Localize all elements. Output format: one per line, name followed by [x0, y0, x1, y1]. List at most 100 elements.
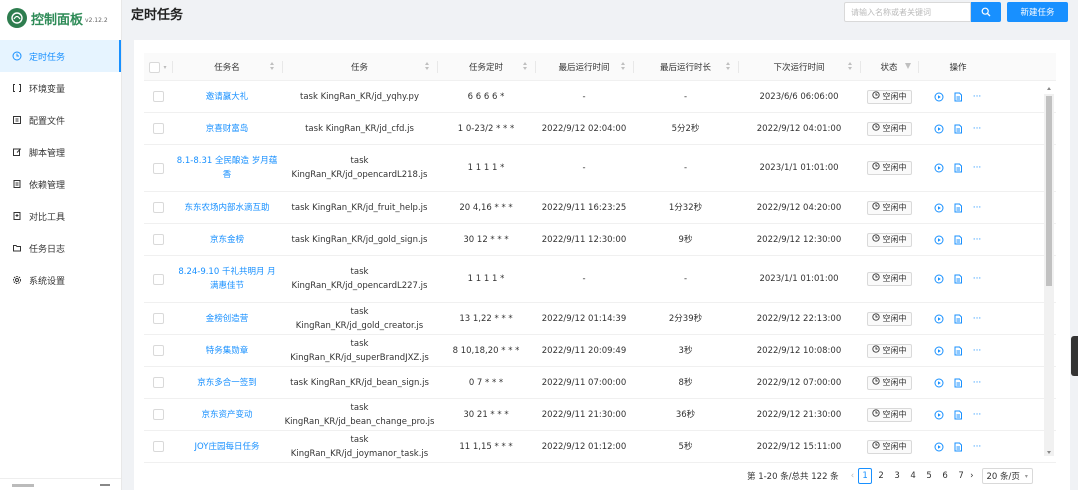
table-row[interactable]: 京东多合一签到 task KingRan_KR/jd_bean_sign.js 0 … [144, 367, 1056, 399]
page-size-select[interactable]: 20 条/页 ▾ [981, 468, 1033, 484]
sidebar-item-0[interactable]: 定时任务 [0, 40, 121, 72]
row-checkbox[interactable] [152, 345, 164, 356]
table-scrollbar[interactable] [1044, 87, 1054, 456]
page-7[interactable]: 7 [954, 468, 968, 484]
table-row[interactable]: 8.24-9.10 千礼共明月 月满惠佳节 task KingRan_KR/jd_… [144, 256, 1056, 303]
table-row[interactable]: JOY庄园每日任务 task KingRan_KR/jd_joymanor_tas… [144, 431, 1056, 463]
log-icon[interactable] [953, 203, 963, 213]
collapse-menu-icon[interactable] [100, 484, 110, 486]
more-icon[interactable]: ··· [972, 314, 982, 324]
row-checkbox[interactable] [152, 162, 164, 174]
table-row[interactable]: 特务集勋章 task KingRan_KR/jd_superBrandJXZ.js… [144, 335, 1056, 367]
sort-icon[interactable] [523, 62, 528, 72]
row-checkbox[interactable] [152, 234, 164, 245]
row-checkbox[interactable] [152, 123, 164, 134]
more-icon[interactable]: ··· [972, 92, 982, 102]
sort-icon[interactable] [621, 62, 626, 72]
task-name-link[interactable]: 金榜创造营 [206, 312, 249, 326]
log-icon[interactable] [953, 274, 963, 284]
sidebar-item-3[interactable]: 脚本管理 [0, 136, 121, 168]
run-icon[interactable] [934, 163, 944, 173]
table-row[interactable]: 金榜创造营 task KingRan_KR/jd_gold_creator.js 1… [144, 303, 1056, 335]
task-name-link[interactable]: JOY庄园每日任务 [195, 440, 260, 454]
chevron-down-icon[interactable]: ▾ [163, 64, 166, 71]
row-checkbox[interactable] [152, 313, 164, 324]
table-row[interactable]: 京东金榜 task KingRan_KR/jd_gold_sign.js 30 12… [144, 224, 1056, 256]
row-checkbox[interactable] [152, 273, 164, 285]
new-task-button[interactable]: 新建任务 [1007, 2, 1068, 22]
run-icon[interactable] [934, 346, 944, 356]
table-row[interactable]: 京东资产变动 task KingRan_KR/jd_bean_change_pro… [144, 399, 1056, 431]
prev-page-icon[interactable]: ‹ [851, 471, 854, 481]
task-name-link[interactable]: 京东资产变动 [201, 408, 252, 422]
more-icon[interactable]: ··· [972, 274, 982, 284]
more-icon[interactable]: ··· [972, 442, 982, 452]
sort-icon[interactable] [726, 62, 731, 72]
more-icon[interactable]: ··· [972, 410, 982, 420]
log-icon[interactable] [953, 442, 963, 452]
run-icon[interactable] [934, 274, 944, 284]
more-icon[interactable]: ··· [972, 346, 982, 356]
sort-icon[interactable] [425, 62, 430, 72]
page-2[interactable]: 2 [874, 468, 888, 484]
column-header-1[interactable]: 任务 [282, 53, 437, 81]
more-icon[interactable]: ··· [972, 235, 982, 245]
log-icon[interactable] [953, 378, 963, 388]
scroll-up-icon[interactable] [1047, 87, 1051, 90]
sidebar-item-4[interactable]: 依赖管理 [0, 168, 121, 200]
scrollbar-thumb[interactable] [1046, 96, 1052, 286]
log-icon[interactable] [953, 346, 963, 356]
task-name-link[interactable]: 特务集勋章 [206, 344, 249, 358]
sidebar-item-5[interactable]: 对比工具 [0, 200, 121, 232]
logo[interactable]: 控制面板 v2.12.2 [7, 7, 108, 29]
search-button[interactable] [971, 2, 1001, 22]
more-icon[interactable]: ··· [972, 378, 982, 388]
task-name-link[interactable]: 8.1-8.31 全民酿造 岁月蕴香 [176, 154, 278, 182]
search-input[interactable] [844, 2, 971, 22]
run-icon[interactable] [934, 442, 944, 452]
task-name-link[interactable]: 8.24-9.10 千礼共明月 月满惠佳节 [176, 265, 278, 293]
column-header-0[interactable]: 任务名 [172, 53, 282, 81]
side-drawer-handle[interactable] [1071, 336, 1078, 376]
table-row[interactable]: 8.1-8.31 全民酿造 岁月蕴香 task KingRan_KR/jd_ope… [144, 145, 1056, 192]
row-checkbox[interactable] [152, 441, 164, 452]
row-checkbox[interactable] [152, 377, 164, 388]
log-icon[interactable] [953, 124, 963, 134]
row-checkbox[interactable] [152, 202, 164, 213]
log-icon[interactable] [953, 314, 963, 324]
more-icon[interactable]: ··· [972, 203, 982, 213]
sidebar-item-7[interactable]: 系统设置 [0, 264, 121, 296]
table-row[interactable]: 东东农场内部水滴互助 task KingRan_KR/jd_fruit_help.… [144, 192, 1056, 224]
column-header-7[interactable]: 操作 [918, 53, 998, 81]
page-6[interactable]: 6 [938, 468, 952, 484]
log-icon[interactable] [953, 235, 963, 245]
run-icon[interactable] [934, 92, 944, 102]
column-header-2[interactable]: 任务定时 [437, 53, 535, 81]
page-3[interactable]: 3 [890, 468, 904, 484]
page-5[interactable]: 5 [922, 468, 936, 484]
column-header-4[interactable]: 最后运行时长 [633, 53, 738, 81]
run-icon[interactable] [934, 378, 944, 388]
row-checkbox[interactable] [152, 91, 164, 102]
more-icon[interactable]: ··· [972, 163, 982, 173]
filter-icon[interactable] [905, 63, 911, 69]
page-1[interactable]: 1 [858, 468, 873, 484]
column-header-3[interactable]: 最后运行时间 [535, 53, 633, 81]
log-icon[interactable] [953, 92, 963, 102]
column-header-5[interactable]: 下次运行时间 [738, 53, 860, 81]
select-all-checkbox[interactable] [149, 61, 161, 73]
sort-icon[interactable] [270, 62, 275, 72]
run-icon[interactable] [934, 314, 944, 324]
run-icon[interactable] [934, 410, 944, 420]
task-name-link[interactable]: 京喜财富岛 [206, 122, 249, 136]
column-header-6[interactable]: 状态 [860, 53, 918, 81]
task-name-link[interactable]: 京东多合一签到 [197, 376, 257, 390]
row-checkbox[interactable] [152, 409, 164, 420]
log-icon[interactable] [953, 410, 963, 420]
run-icon[interactable] [934, 124, 944, 134]
table-body[interactable]: 邀请赢大礼 task KingRan_KR/jd_yqhy.py 6 6 6 6 *… [144, 81, 1056, 465]
scroll-down-icon[interactable] [1047, 451, 1051, 454]
sidebar-item-6[interactable]: 任务日志 [0, 232, 121, 264]
task-name-link[interactable]: 东东农场内部水滴互助 [184, 201, 269, 215]
table-row[interactable]: 京喜财富岛 task KingRan_KR/jd_cfd.js 1 0-23/2 *… [144, 113, 1056, 145]
